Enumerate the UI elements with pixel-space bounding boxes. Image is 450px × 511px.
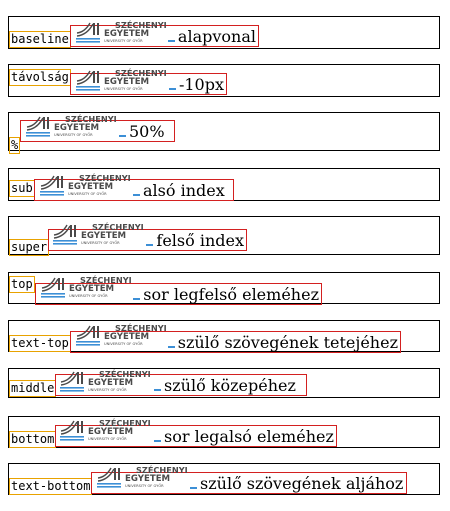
szechenyi-logo-icon: SZÉCHENYIEGYETEMUNIVERSITY OF GYŐR	[76, 68, 167, 91]
row-caption: alsó index	[143, 181, 225, 200]
logo-emblem	[26, 116, 50, 137]
underline-dash-icon	[133, 298, 141, 300]
logo-line2: EGYETEM	[88, 378, 133, 388]
underline-dash-icon	[168, 88, 176, 90]
underline-dash-icon	[168, 40, 175, 42]
szechenyi-logo-icon: SZÉCHENYIEGYETEMUNIVERSITY OF GYŐR	[76, 323, 167, 346]
underline-dash-icon	[119, 135, 126, 137]
logo-line2: EGYETEM	[69, 284, 114, 294]
row-caption: felső index	[156, 231, 244, 250]
row-label: text-top	[9, 335, 71, 352]
logo-line3: UNIVERSITY OF GYŐR	[69, 293, 108, 298]
demo-row-text-top: text-top szülő szövegének tetejéhez SZÉC…	[8, 320, 440, 353]
szechenyi-logo-icon: SZÉCHENYIEGYETEMUNIVERSITY OF GYŐR	[40, 173, 131, 196]
logo-emblem	[60, 371, 84, 392]
logo-emblem	[97, 467, 121, 488]
szechenyi-logo-icon: SZÉCHENYIEGYETEMUNIVERSITY OF GYŐR	[26, 114, 117, 137]
row-label: %	[9, 137, 21, 154]
logo-line3: UNIVERSITY OF GYŐR	[125, 483, 164, 488]
row-label: super	[9, 239, 50, 256]
underline-dash-icon	[133, 194, 140, 196]
demo-row-super: super felső index SZÉCHENYI EGYETEM UNIVER…	[8, 216, 440, 256]
demo-row-text-bottom: text-bottom szülő szövegének aljához SZÉ…	[8, 463, 440, 495]
logo-line2: EGYETEM	[54, 123, 99, 133]
row-label: text-bottom	[9, 478, 93, 495]
row-label: middle	[9, 380, 57, 397]
row-caption: szülő közepéhez	[164, 376, 296, 395]
row-label: bottom	[9, 431, 57, 448]
logo-line3: UNIVERSITY OF GYŐR	[68, 191, 107, 196]
logo-line2: EGYETEM	[88, 427, 133, 437]
demo-row-distance: távolság -10px SZÉCHENYI EGYETEM UNIVERSIT…	[8, 64, 440, 97]
logo-line3: UNIVERSITY OF GYŐR	[104, 38, 143, 43]
szechenyi-logo-icon: SZÉCHENYIEGYETEMUNIVERSITY OF GYŐR	[76, 20, 167, 43]
logo-line2: EGYETEM	[68, 182, 113, 192]
row-label: top	[9, 276, 35, 293]
logo-emblem	[76, 70, 100, 91]
underline-dash-icon	[146, 244, 154, 246]
logo-line3: UNIVERSITY OF GYŐR	[54, 132, 93, 137]
row-caption: -10px	[178, 75, 224, 94]
szechenyi-logo-icon: SZÉCHENYIEGYETEMUNIVERSITY OF GYŐR	[60, 369, 151, 392]
logo-line3: UNIVERSITY OF GYŐR	[104, 86, 143, 91]
row-label: távolság	[9, 69, 71, 86]
szechenyi-logo-icon: SZÉCHENYIEGYETEMUNIVERSITY OF GYŐR	[60, 418, 151, 441]
szechenyi-logo-icon: SZÉCHENYIEGYETEMUNIVERSITY OF GYŐR	[41, 275, 132, 298]
row-caption: alapvonal	[177, 27, 256, 46]
logo-line2: EGYETEM	[125, 474, 170, 484]
row-caption: szülő szövegének tetejéhez	[177, 333, 398, 352]
demo-row-sub: sub alsó index SZÉCHENYI EGYETEM UNIVERSIT…	[8, 168, 440, 201]
logo-line2: EGYETEM	[104, 29, 149, 39]
underline-dash-icon	[154, 440, 161, 442]
row-label: sub	[9, 180, 35, 197]
demo-row-baseline: baseline alapvonal SZÉCHENYI EGYETEM UNIVE…	[8, 16, 440, 49]
row-caption: sor legalsó eleméhez	[164, 427, 334, 446]
logo-emblem	[41, 277, 65, 298]
logo-emblem	[40, 175, 64, 196]
row-label: baseline	[9, 31, 71, 48]
logo-emblem	[76, 22, 100, 43]
logo-line2: EGYETEM	[104, 332, 149, 342]
row-caption: sor legfelső eleméhez	[143, 285, 319, 304]
logo-line3: UNIVERSITY OF GYŐR	[104, 341, 143, 346]
logo-line3: UNIVERSITY OF GYŐR	[88, 436, 127, 441]
demo-row-bottom: bottom sor legalsó eleméhez SZÉCHENYI EGY…	[8, 416, 440, 448]
szechenyi-logo-icon: SZÉCHENYIEGYETEMUNIVERSITY OF GYŐR	[53, 222, 144, 245]
logo-line2: EGYETEM	[81, 231, 126, 241]
underline-dash-icon	[190, 487, 197, 489]
logo-emblem	[53, 224, 77, 245]
row-caption: 50%	[129, 122, 165, 141]
logo-line2: EGYETEM	[104, 77, 149, 87]
logo-emblem	[76, 325, 100, 346]
logo-line3: UNIVERSITY OF GYŐR	[88, 387, 127, 392]
demo-row-top: top sor legfelső eleméhez SZÉCHENYI EGYET…	[8, 272, 440, 305]
demo-row-percent: % 50% SZÉCHENYI EGYETEM UNIVERSITY OF GYŐR	[8, 112, 440, 154]
logo-emblem	[60, 420, 84, 441]
logo-line3: UNIVERSITY OF GYŐR	[81, 240, 120, 245]
underline-dash-icon	[154, 389, 161, 391]
szechenyi-logo-icon: SZÉCHENYIEGYETEMUNIVERSITY OF GYŐR	[97, 465, 188, 488]
demo-row-middle: middle szülő közepéhez SZÉCHENYI EGYETEM U…	[8, 368, 440, 398]
row-caption: szülő szövegének aljához	[200, 474, 404, 493]
